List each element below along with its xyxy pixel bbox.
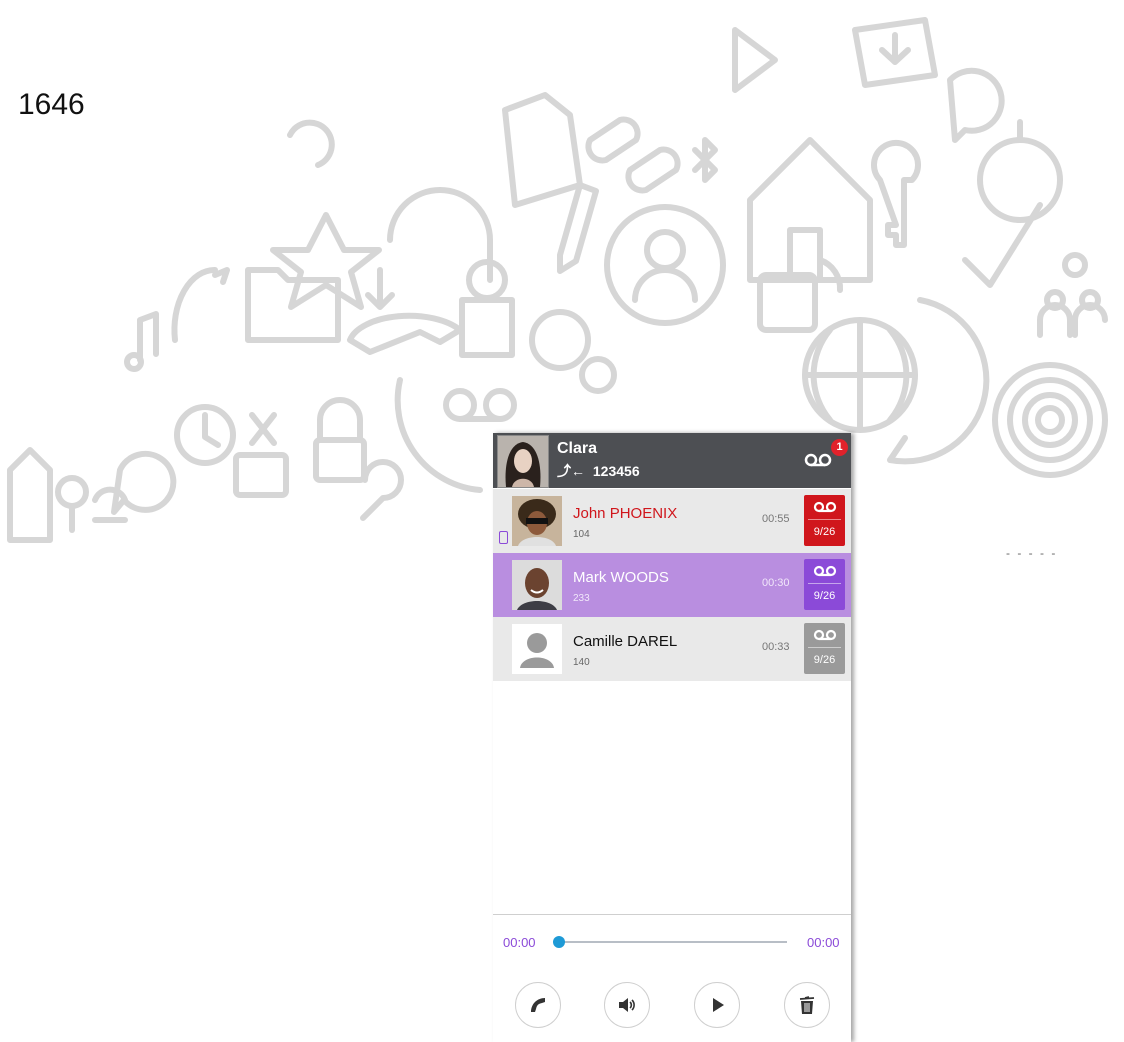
call-back-icon (531, 998, 545, 1012)
contact-extension: 140 (573, 657, 590, 668)
list-item[interactable]: John PHOENIX 104 00:55 9/26 (493, 489, 851, 553)
voicemail-count-badge: 1 (831, 439, 848, 456)
avatar (512, 496, 562, 546)
callback-arrow-icon: ⤴← (557, 463, 585, 479)
message-duration: 00:55 (762, 513, 790, 525)
message-duration: 00:30 (762, 577, 790, 589)
mobile-device-icon (499, 531, 508, 544)
voicemail-button[interactable]: 9/26 (804, 495, 845, 546)
total-time: 00:00 (807, 935, 840, 950)
caller-number-row: ⤴← 123456 (557, 461, 640, 481)
contact-name: John PHOENIX (573, 505, 678, 522)
trash-icon (799, 996, 815, 1014)
list-item[interactable]: Mark WOODS 233 00:30 9/26 (493, 553, 851, 617)
voicemail-count: 9/26 (813, 654, 836, 666)
caller-header: Clara ⤴← 123456 1 (493, 433, 851, 488)
call-back-button[interactable] (515, 982, 561, 1028)
contact-name: Mark WOODS (573, 569, 669, 586)
elapsed-time: 00:00 (503, 935, 536, 950)
voicemail-count: 9/26 (813, 526, 836, 538)
delete-button[interactable] (784, 982, 830, 1028)
message-duration: 00:33 (762, 641, 790, 653)
voicemail-icon (813, 629, 837, 641)
playback-knob[interactable] (553, 936, 565, 948)
avatar (512, 624, 562, 674)
contact-extension: 233 (573, 593, 590, 604)
speaker-button[interactable] (604, 982, 650, 1028)
caller-name: Clara (557, 440, 598, 457)
player-divider (493, 914, 851, 915)
list-item[interactable]: Camille DAREL 140 00:33 9/26 (493, 617, 851, 681)
caller-number: 123456 (592, 463, 640, 479)
voicemail-panel: Clara ⤴← 123456 1 John PHOENIX 104 00:55 (493, 433, 851, 1042)
play-icon (713, 998, 724, 1012)
speaker-icon (619, 998, 635, 1012)
contact-name: Camille DAREL (573, 633, 678, 650)
voicemail-button[interactable]: 9/26 (804, 559, 845, 610)
play-button[interactable] (694, 982, 740, 1028)
decor-dashes: - - - - - (1006, 546, 1058, 560)
voicemail-icon (813, 565, 837, 577)
voicemail-button[interactable]: 9/26 (804, 623, 845, 674)
voicemail-count: 9/26 (813, 590, 836, 602)
caller-avatar (497, 435, 549, 488)
avatar (512, 560, 562, 610)
playback-track[interactable] (558, 941, 787, 943)
contact-extension: 104 (573, 529, 590, 540)
voicemail-icon[interactable] (804, 450, 832, 470)
voicemail-icon (813, 501, 837, 513)
